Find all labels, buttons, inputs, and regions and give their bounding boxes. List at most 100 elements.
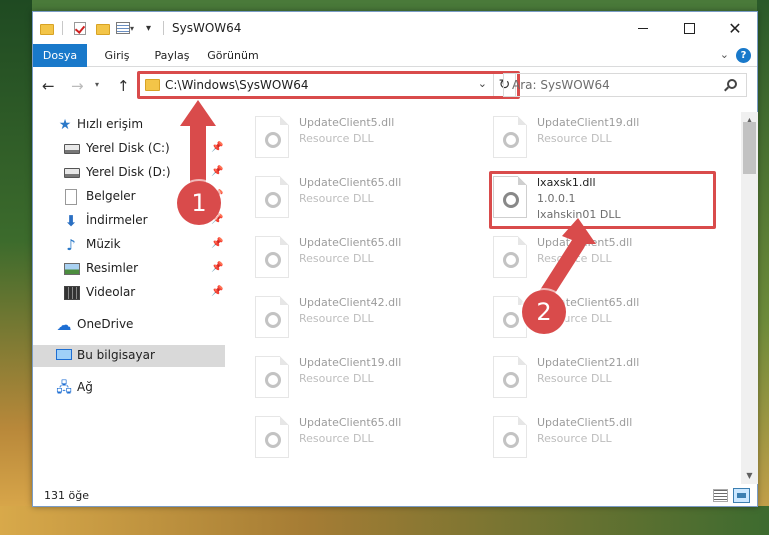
dll-file-icon: [255, 296, 289, 338]
file-tile[interactable]: UpdateClient65.dll Resource DLL: [255, 234, 485, 286]
file-tile[interactable]: UpdateClient21.dll Resource DLL: [493, 354, 723, 406]
file-tile[interactable]: UpdateClient65.dll Resource DLL: [255, 414, 485, 466]
sidebar-item-label: OneDrive: [77, 317, 134, 331]
file-name: UpdateClient5.dll: [537, 236, 633, 249]
file-type: Resource DLL: [537, 432, 612, 445]
dll-file-icon: [493, 416, 527, 458]
file-name: UpdateClient5.dll: [537, 416, 633, 429]
sidebar-item-onedrive[interactable]: ☁ OneDrive: [33, 314, 225, 336]
music-icon: ♪: [66, 236, 76, 254]
sidebar-item-network[interactable]: 🖧 Ağ: [33, 377, 225, 399]
search-input[interactable]: Ara: SysWOW64: [503, 73, 747, 97]
file-type: Resource DLL: [299, 312, 374, 325]
up-button[interactable]: ↑: [117, 77, 130, 95]
cloud-icon: ☁: [56, 316, 72, 334]
sidebar-item-label: Videolar: [86, 285, 136, 299]
file-tile[interactable]: UpdateClient5.dll Resource DLL: [493, 414, 723, 466]
file-type: Resource DLL: [299, 132, 374, 145]
scroll-down-icon[interactable]: ▼: [741, 467, 758, 484]
pin-icon[interactable]: 📌: [211, 238, 223, 249]
file-tile[interactable]: UpdateClient19.dll Resource DLL: [493, 114, 723, 166]
recent-locations-dropdown-icon[interactable]: ▾: [95, 80, 99, 89]
sidebar-item-music[interactable]: ♪ Müzik 📌: [33, 234, 225, 256]
file-tile[interactable]: UpdateClient42.dll Resource DLL: [255, 294, 485, 346]
scroll-thumb[interactable]: [743, 122, 756, 174]
sidebar-item-label: Hızlı erişim: [77, 117, 144, 131]
forward-button[interactable]: →: [71, 77, 84, 95]
sidebar-item-local-disk-c[interactable]: Yerel Disk (C:) 📌: [33, 138, 225, 160]
disk-icon: [64, 168, 80, 178]
window-title: SysWOW64: [172, 21, 242, 35]
file-type: Resource DLL: [299, 432, 374, 445]
title-separator: [163, 19, 164, 37]
star-icon: ★: [58, 117, 72, 133]
file-type: Resource DLL: [299, 372, 374, 385]
tab-home[interactable]: Giriş: [95, 44, 139, 67]
file-name: UpdateClient19.dll: [299, 356, 402, 369]
file-type: Resource DLL: [299, 192, 374, 205]
new-folder-icon[interactable]: [96, 19, 110, 37]
pin-icon[interactable]: 📌: [211, 286, 223, 297]
dll-file-icon: [255, 356, 289, 398]
sidebar-item-label: Yerel Disk (D:): [86, 165, 171, 179]
sidebar-item-label: İndirmeler: [86, 213, 148, 227]
minimize-button[interactable]: [620, 12, 666, 44]
tab-view[interactable]: Görünüm: [203, 44, 263, 67]
back-button[interactable]: ←: [42, 77, 55, 95]
tiles-view-icon[interactable]: [733, 488, 750, 503]
sidebar-item-quick-access[interactable]: ★ Hızlı erişim: [33, 114, 225, 136]
sidebar-item-label: Resimler: [86, 261, 139, 275]
navigation-pane: ★ Hızlı erişim Yerel Disk (C:) 📌 Yerel D…: [33, 112, 229, 482]
file-tile[interactable]: UpdateClient5.dll Resource DLL: [493, 234, 723, 286]
status-bar: 131 öğe: [33, 486, 757, 506]
annotation-box-address: [137, 71, 520, 99]
file-type: Resource DLL: [299, 252, 374, 265]
vertical-scrollbar[interactable]: ▲ ▼: [741, 112, 758, 484]
expand-ribbon-icon[interactable]: ⌄: [720, 48, 729, 61]
explorer-window: ▾ ▾ SysWOW64 ✕ Dosya Giriş Paylaş Görünü…: [32, 11, 758, 507]
item-count: 131 öğe: [44, 489, 89, 502]
maximize-button[interactable]: [666, 12, 712, 44]
network-icon: 🖧: [56, 380, 72, 396]
quick-access-separator: [62, 19, 63, 37]
title-bar: ▾ ▾ SysWOW64 ✕: [33, 12, 757, 44]
tab-file[interactable]: Dosya: [33, 44, 87, 67]
dll-file-icon: [255, 416, 289, 458]
document-icon: [65, 189, 77, 205]
dll-file-icon: [493, 356, 527, 398]
step-2-badge: 2: [522, 290, 566, 334]
computer-icon: [56, 349, 72, 360]
quick-access-properties-icon[interactable]: ▾: [116, 19, 134, 37]
dll-file-icon: [255, 116, 289, 158]
search-placeholder: Ara: SysWOW64: [512, 78, 610, 92]
sidebar-item-label: Yerel Disk (C:): [86, 141, 170, 155]
sidebar-item-pictures[interactable]: Resimler 📌: [33, 258, 225, 280]
properties-check-icon[interactable]: [74, 19, 86, 37]
navigation-bar: ← → ▾ ↑ C:\Windows\SysWOW64 ⌄ ↻ Ara: Sys…: [33, 69, 757, 103]
pin-icon[interactable]: 📌: [211, 166, 223, 177]
customize-toolbar-dropdown-icon[interactable]: ▾: [146, 19, 151, 37]
file-name: UpdateClient5.dll: [299, 116, 395, 129]
sidebar-item-label: Belgeler: [86, 189, 136, 203]
sidebar-item-videos[interactable]: Videolar 📌: [33, 282, 225, 304]
ribbon-tabs: Dosya Giriş Paylaş Görünüm ⌄ ?: [33, 44, 757, 67]
file-type: Resource DLL: [537, 372, 612, 385]
details-view-icon[interactable]: [713, 489, 728, 502]
dll-file-icon: [255, 236, 289, 278]
file-type: Resource DLL: [537, 252, 612, 265]
file-name: UpdateClient21.dll: [537, 356, 640, 369]
sidebar-item-label: Bu bilgisayar: [77, 348, 155, 362]
tab-share[interactable]: Paylaş: [147, 44, 197, 67]
pin-icon[interactable]: 📌: [211, 262, 223, 273]
pin-icon[interactable]: 📌: [211, 142, 223, 153]
file-tile[interactable]: UpdateClient5.dll Resource DLL: [255, 114, 485, 166]
file-tile[interactable]: UpdateClient65.dll Resource DLL: [255, 174, 485, 226]
close-button[interactable]: ✕: [712, 12, 758, 44]
sidebar-item-this-pc[interactable]: Bu bilgisayar: [33, 345, 225, 367]
file-tile[interactable]: UpdateClient19.dll Resource DLL: [255, 354, 485, 406]
search-icon[interactable]: [727, 79, 737, 89]
title-folder-icon: [40, 19, 54, 37]
help-icon[interactable]: ?: [736, 48, 751, 63]
file-name: UpdateClient65.dll: [299, 176, 402, 189]
file-name: UpdateClient65.dll: [299, 236, 402, 249]
